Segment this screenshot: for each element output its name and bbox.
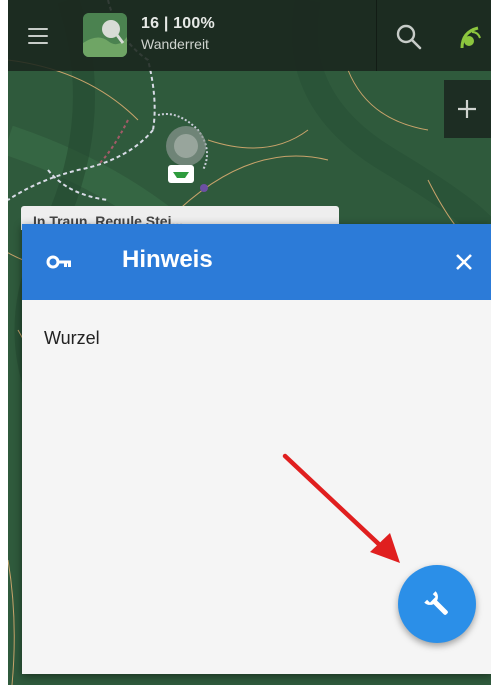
top-toolbar: 16 | 100% Wanderreit bbox=[8, 0, 491, 71]
close-icon[interactable] bbox=[450, 248, 478, 276]
app-frame: 16 | 100% Wanderreit In Traun, Regule St… bbox=[8, 0, 491, 685]
dialog-body-text: Wurzel bbox=[44, 328, 100, 348]
dialog-title: Hinweis bbox=[122, 246, 213, 273]
wrench-icon bbox=[424, 591, 448, 615]
map-layer-name: Wanderreit bbox=[141, 36, 209, 52]
search-icon[interactable] bbox=[394, 22, 424, 52]
edit-tools-button[interactable] bbox=[398, 565, 476, 643]
key-icon bbox=[46, 255, 71, 269]
gps-satellite-icon[interactable] bbox=[458, 22, 488, 52]
plus-icon bbox=[458, 100, 476, 118]
menu-icon[interactable] bbox=[24, 24, 52, 48]
map-thumbnail-icon bbox=[83, 13, 127, 57]
map-layer-thumbnail[interactable] bbox=[83, 13, 127, 57]
dialog-header: Hinweis bbox=[22, 224, 491, 300]
zoom-level-text: 16 | 100% bbox=[141, 15, 215, 32]
zoom-in-button[interactable] bbox=[444, 80, 491, 138]
toolbar-divider bbox=[376, 0, 377, 71]
hint-dialog: Hinweis Wurzel bbox=[22, 224, 491, 674]
